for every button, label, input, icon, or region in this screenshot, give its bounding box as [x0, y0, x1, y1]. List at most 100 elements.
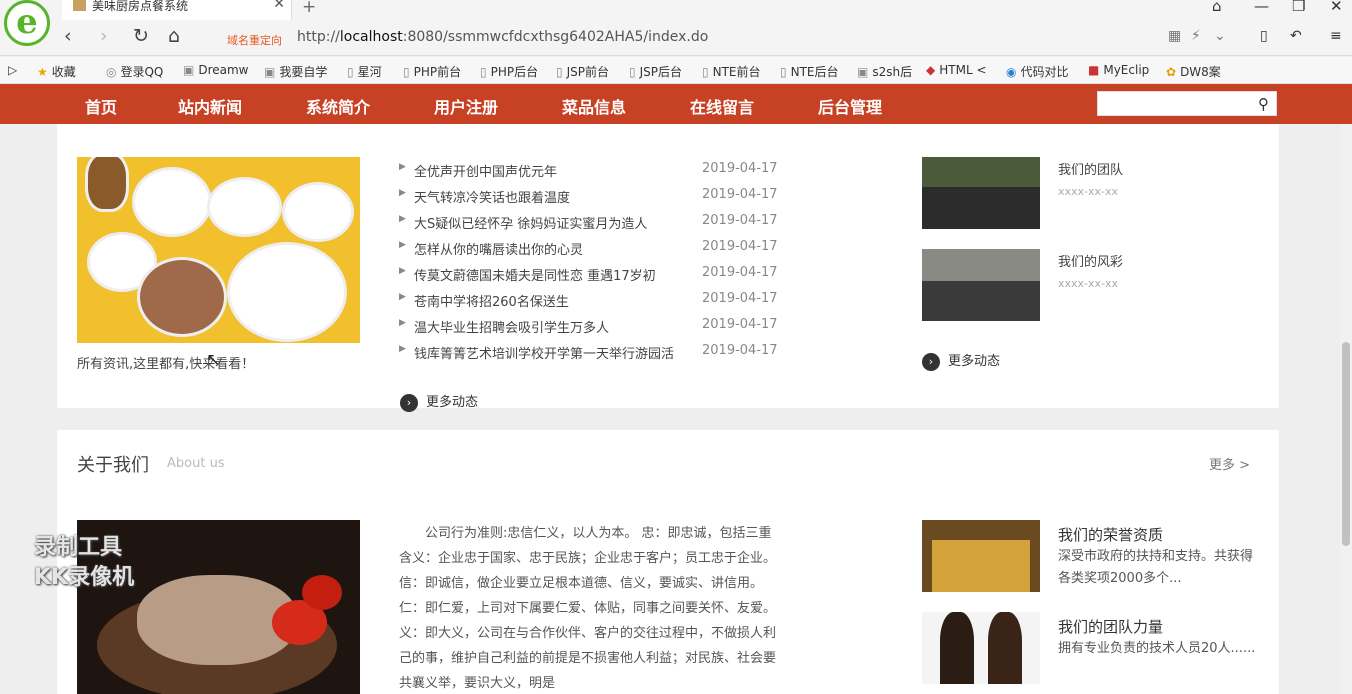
- star-icon: ★: [37, 65, 48, 79]
- qq-icon: ◎: [106, 65, 117, 79]
- nav-news[interactable]: 站内新闻: [178, 94, 242, 118]
- sidebar-toggle-icon[interactable]: ▷: [8, 63, 17, 77]
- page-icon: ▯: [629, 65, 636, 79]
- back-icon[interactable]: ‹: [64, 25, 72, 47]
- triangle-icon: ▶: [399, 188, 406, 198]
- side-more-link[interactable]: › 更多动态: [922, 350, 1000, 371]
- triangle-icon: ▶: [399, 214, 406, 224]
- triangle-icon: ▶: [399, 292, 406, 302]
- triangle-icon: ▶: [399, 162, 406, 172]
- close-window-icon[interactable]: ✕: [1330, 0, 1343, 15]
- bookmark-item[interactable]: ▣ s2sh后: [857, 63, 912, 80]
- page-icon: ▯: [480, 65, 487, 79]
- dropdown-icon[interactable]: ⌄: [1214, 28, 1226, 44]
- tab-title: 美味厨房点餐系统: [92, 0, 189, 13]
- news-item[interactable]: ▶ 传莫文蔚德国未婚夫是同性恋 重遇17岁初 2019-04-17: [399, 265, 789, 285]
- nav-dishes[interactable]: 菜品信息: [562, 94, 626, 118]
- bookmark-page-icon[interactable]: ▯: [1260, 28, 1268, 44]
- bookmark-item[interactable]: ▯ NTE前台: [702, 63, 761, 80]
- refresh-icon[interactable]: ↻: [133, 25, 149, 47]
- bookmark-item[interactable]: ▯ NTE后台: [780, 63, 839, 80]
- team-power-photo[interactable]: [922, 612, 1040, 684]
- food-banner-image: [77, 157, 360, 343]
- about-more-link[interactable]: 更多 >: [1209, 454, 1250, 473]
- news-item[interactable]: ▶ 全优声开创中国声优元年 2019-04-17: [399, 161, 789, 181]
- new-tab-icon[interactable]: +: [302, 0, 316, 17]
- bookmark-item[interactable]: ▣ Dreamw: [183, 63, 249, 77]
- site-icon: ▣: [264, 65, 276, 79]
- bookmark-item[interactable]: ◎ 登录QQ: [106, 63, 163, 80]
- nav-messages[interactable]: 在线留言: [690, 94, 754, 118]
- browser-logo-icon: e: [4, 0, 50, 46]
- menu-icon[interactable]: ≡: [1330, 28, 1342, 44]
- bookmark-item[interactable]: ▯ JSP前台: [556, 63, 609, 80]
- browser-tab[interactable]: 美味厨房点餐系统 ✕: [62, 0, 292, 20]
- undo-icon[interactable]: ↶: [1290, 28, 1302, 44]
- address-bar[interactable]: http://localhost:8080/ssmmwcfdcxthsg6402…: [297, 29, 708, 45]
- scrollbar-thumb[interactable]: [1342, 342, 1350, 546]
- honor-title[interactable]: 我们的团队力量: [1058, 616, 1163, 637]
- compare-icon: ◉: [1006, 65, 1017, 79]
- honor-photo[interactable]: [922, 520, 1040, 592]
- plate-shape: [207, 177, 282, 237]
- news-item[interactable]: ▶ 大S疑似已经怀孕 徐妈妈证实蜜月为造人 2019-04-17: [399, 213, 789, 233]
- nav-intro[interactable]: 系统简介: [306, 94, 370, 118]
- restore-icon[interactable]: ❐: [1292, 0, 1305, 15]
- site-favicon-icon: [73, 0, 86, 11]
- bookmark-item[interactable]: ▯ PHP前台: [403, 63, 461, 80]
- search-icon[interactable]: ⚲: [1258, 95, 1269, 113]
- myeclipse-icon: ■: [1088, 63, 1100, 77]
- bookmark-item[interactable]: ✿ DW8案: [1166, 63, 1221, 80]
- bookmark-item[interactable]: ★ 收藏: [37, 63, 76, 80]
- fish-plate-shape: [227, 242, 347, 342]
- triangle-icon: ▶: [399, 240, 406, 250]
- news-item[interactable]: ▶ 温大毕业生招聘会吸引学生万多人 2019-04-17: [399, 317, 789, 337]
- news-item[interactable]: ▶ 钱库箐箐艺术培训学校开学第一天举行游园活 2019-04-17: [399, 343, 789, 363]
- bookmark-item[interactable]: ▯ 星河: [347, 63, 382, 80]
- page-icon: ▯: [780, 65, 787, 79]
- forward-icon[interactable]: ›: [100, 25, 108, 47]
- chevron-right-icon: ›: [400, 393, 418, 412]
- triangle-icon: ▶: [399, 266, 406, 276]
- search-input[interactable]: ⚲: [1097, 91, 1277, 116]
- bookmark-item[interactable]: ▯ JSP后台: [629, 63, 682, 80]
- page-icon: ▯: [347, 65, 354, 79]
- browser-toolbar: ‹ › ↻ ⌂ 域名重定向 http://localhost:8080/ssmm…: [0, 20, 1352, 56]
- html-icon: ◆: [926, 63, 936, 77]
- news-item[interactable]: ▶ 苍南中学将招260名保送生 2019-04-17: [399, 291, 789, 311]
- team-photo[interactable]: [922, 157, 1040, 229]
- minimize-icon[interactable]: —: [1254, 0, 1269, 15]
- chevron-right-icon: ›: [922, 352, 940, 371]
- site-nav: 首页 站内新闻 系统简介 用户注册 菜品信息 在线留言 后台管理 ⚲: [0, 84, 1352, 124]
- close-tab-icon[interactable]: ✕: [273, 0, 285, 11]
- plate-shape: [282, 182, 354, 242]
- honor-title[interactable]: 我们的荣誉资质: [1058, 524, 1163, 545]
- meat-plate-shape: [137, 257, 227, 337]
- about-text: 公司行为准则:忠信仁义，以人为本。 忠：即忠诚，包括三重含义：企业忠于国家、忠于…: [399, 526, 777, 691]
- news-item[interactable]: ▶ 天气转凉冷笑话也跟着温度 2019-04-17: [399, 187, 789, 207]
- shirt-skin-icon[interactable]: ⌂: [1212, 0, 1222, 15]
- side-item-title[interactable]: 我们的风彩: [1058, 251, 1123, 270]
- lightning-icon[interactable]: ⚡: [1191, 28, 1201, 44]
- side-item-title[interactable]: 我们的团队: [1058, 159, 1123, 178]
- bookmark-item[interactable]: ◆ HTML <: [926, 63, 987, 77]
- news-more-link[interactable]: › 更多动态: [400, 391, 478, 412]
- url-prefix: http://: [297, 29, 340, 45]
- honor-desc: 拥有专业负责的技术人员20人......: [1058, 641, 1256, 656]
- redirect-badge: 域名重定向: [227, 34, 282, 47]
- nav-register[interactable]: 用户注册: [434, 94, 498, 118]
- nav-admin[interactable]: 后台管理: [818, 94, 882, 118]
- bookmark-item[interactable]: ■ MyEclip: [1088, 63, 1149, 77]
- about-subtitle: About us: [167, 456, 225, 471]
- bookmark-item[interactable]: ◉ 代码对比: [1006, 63, 1069, 80]
- home-icon[interactable]: ⌂: [168, 25, 180, 47]
- gear-icon: ✿: [1166, 65, 1177, 79]
- url-host: localhost: [339, 29, 403, 45]
- news-item[interactable]: ▶ 怎样从你的嘴唇读出你的心灵 2019-04-17: [399, 239, 789, 259]
- qr-icon[interactable]: ▦: [1168, 28, 1181, 44]
- nav-home[interactable]: 首页: [85, 94, 117, 118]
- bookmark-item[interactable]: ▯ PHP后台: [480, 63, 538, 80]
- browser-tab-strip: 美味厨房点餐系统 ✕ + ⌂ — ❐ ✕: [0, 0, 1352, 20]
- team-style-photo[interactable]: [922, 249, 1040, 321]
- bookmark-item[interactable]: ▣ 我要自学: [264, 63, 327, 80]
